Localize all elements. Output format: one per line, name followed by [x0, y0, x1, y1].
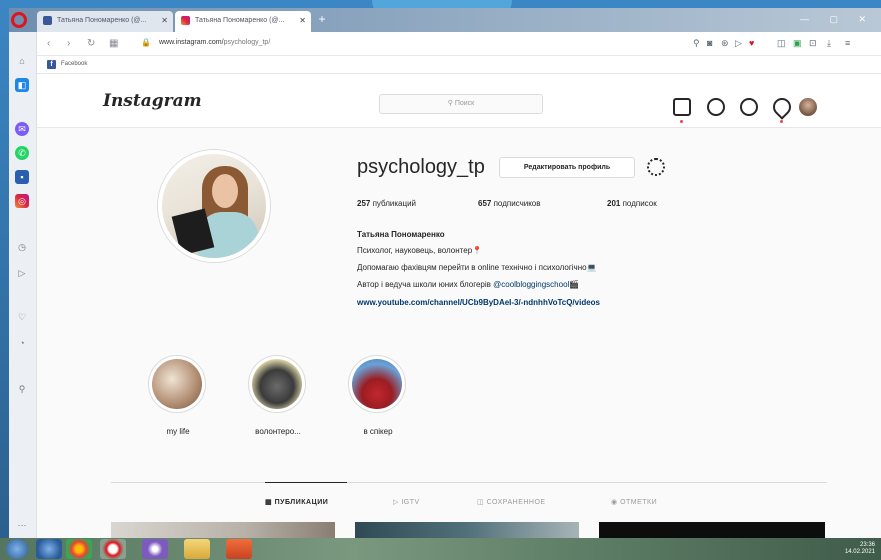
address-bar: ‹ › ↻ ▦ 🔒 www.instagram.com/psychology_t…	[37, 32, 881, 56]
vpn-icon[interactable]: ▣	[793, 38, 802, 49]
profile-picture[interactable]	[158, 150, 270, 262]
posts-stat: 257 публикаций	[357, 199, 417, 208]
lock-icon: 🔒	[141, 38, 151, 47]
section-divider	[111, 482, 827, 483]
profile-full-name: Татьяна Пономаренко	[357, 230, 445, 239]
windows-taskbar: 23:36 14.02.2021	[0, 538, 881, 560]
highlight-my-life[interactable]: my life	[148, 355, 208, 436]
download-icon[interactable]: ⤓	[827, 38, 831, 49]
bookmark-facebook[interactable]: Facebook	[61, 61, 87, 67]
facebook-favicon-icon	[43, 16, 52, 25]
opera-menu-icon[interactable]	[11, 12, 27, 28]
clock-icon[interactable]: ◔	[15, 336, 29, 350]
search-input[interactable]: ⚲ Поиск	[379, 94, 543, 114]
reload-icon[interactable]: ↻	[87, 38, 95, 49]
post-thumbnail[interactable]	[599, 522, 825, 538]
tabs-grid-icon[interactable]: ▦	[109, 38, 118, 49]
forward-icon[interactable]: ›	[67, 38, 70, 49]
highlight-label: волонтеро...	[255, 427, 301, 436]
bio-line: Допомагаю фахівцям перейти в online техн…	[357, 263, 597, 272]
followers-stat[interactable]: 657 подписчиков	[478, 199, 541, 208]
bio-mention-link[interactable]: @coolbloggingschool	[493, 280, 569, 289]
vk-icon[interactable]: ▪	[15, 170, 29, 184]
tab-bar: Татьяна Пономаренко (@... ✕ Татьяна Поно…	[9, 8, 881, 32]
instagram-favicon-icon	[181, 16, 190, 25]
highlight-label: в спікер	[363, 427, 393, 436]
explorer-taskbar-icon[interactable]	[184, 539, 210, 559]
chrome-taskbar-icon[interactable]	[66, 539, 92, 559]
close-tab-icon[interactable]: ✕	[299, 16, 306, 25]
snapshot-icon[interactable]: ⊡	[809, 38, 817, 49]
camera-icon[interactable]: ◙	[707, 38, 712, 48]
close-tab-icon[interactable]: ✕	[161, 16, 168, 25]
tab-igtv[interactable]: ▷ IGTV	[393, 498, 420, 506]
explore-icon[interactable]	[740, 98, 758, 116]
favorites-icon[interactable]: ♡	[15, 310, 29, 324]
browser-tab-1[interactable]: Татьяна Пономаренко (@... ✕	[37, 11, 173, 32]
menu-icon[interactable]: ≡	[845, 38, 850, 48]
extension-icon[interactable]: ◫	[777, 38, 786, 49]
settings-icon[interactable]: ⊛	[721, 38, 729, 49]
notification-dot	[680, 120, 683, 123]
search-icon[interactable]: ⚲	[693, 38, 700, 49]
post-thumbnail[interactable]	[355, 522, 579, 538]
settings-gear-icon[interactable]	[647, 158, 665, 176]
home-icon[interactable]	[673, 98, 691, 116]
following-stat[interactable]: 201 подписок	[607, 199, 657, 208]
start-button[interactable]	[6, 539, 28, 559]
player-icon[interactable]: ▷	[15, 266, 29, 280]
bio-line: Психолог, науковець, волонтер📍	[357, 246, 483, 255]
system-tray[interactable]: 23:36 14.02.2021	[845, 542, 875, 556]
browser-tab-2[interactable]: Татьяна Пономаренко (@... ✕	[175, 11, 311, 32]
messenger-icon[interactable]	[707, 98, 725, 116]
browser-sidebar: ⌂ ◧ ✉ ✆ ▪ ◎ ◷ ▷ ♡ ◔ ⚲ ⋯	[9, 32, 37, 538]
bio-line: Автор і ведуча школи юних блогерів @cool…	[357, 280, 580, 289]
url-field[interactable]: www.instagram.com/psychology_tp/	[159, 39, 270, 46]
browser-window: Татьяна Пономаренко (@... ✕ Татьяна Поно…	[9, 8, 881, 538]
back-icon[interactable]: ‹	[47, 38, 50, 49]
instagram-header: Instagram ⚲ Поиск	[37, 74, 881, 128]
profile-username: psychology_tp	[357, 156, 485, 178]
post-thumbnail[interactable]	[111, 522, 335, 538]
edit-profile-button[interactable]: Редактировать профиль	[499, 157, 635, 178]
photo-face	[212, 174, 238, 208]
active-tab-indicator	[265, 482, 347, 483]
tab-title: Татьяна Пономаренко (@...	[57, 17, 147, 24]
highlight-volunteer[interactable]: волонтеро...	[248, 355, 308, 436]
profile-website-link[interactable]: www.youtube.com/channel/UCb9ByDAeI-3/-nd…	[357, 298, 600, 307]
pin-icon[interactable]: ⚲	[15, 382, 29, 396]
facebook-icon: f	[47, 60, 56, 69]
instagram-icon[interactable]: ◎	[15, 194, 29, 208]
speed-dial-icon[interactable]: ⌂	[15, 54, 29, 68]
bookmarks-bar: f Facebook	[37, 56, 881, 74]
highlight-label: my life	[166, 427, 190, 436]
tab-posts[interactable]: ▦ ПУБЛИКАЦИИ	[265, 498, 328, 506]
heart-icon[interactable]	[769, 94, 795, 120]
more-icon[interactable]: ⋯	[15, 518, 29, 532]
profile-avatar[interactable]	[799, 98, 817, 116]
heart-bookmark-icon[interactable]: ♥	[749, 38, 754, 48]
opera-taskbar-icon[interactable]	[100, 539, 126, 559]
paint-taskbar-icon[interactable]	[226, 539, 252, 559]
play-icon[interactable]: ▷	[735, 38, 742, 49]
window-controls[interactable]: — ▢ ✕	[800, 14, 875, 25]
workspace-icon[interactable]: ◧	[15, 78, 29, 92]
instagram-page: Instagram ⚲ Поиск psychology_tp Редактир…	[37, 74, 881, 538]
instagram-logo[interactable]: Instagram	[103, 91, 202, 111]
whatsapp-icon[interactable]: ✆	[15, 146, 29, 160]
messenger-icon[interactable]: ✉	[15, 122, 29, 136]
tab-saved[interactable]: ◫ СОХРАНЕННОЕ	[477, 498, 546, 506]
tab-title: Татьяна Пономаренко (@...	[195, 17, 285, 24]
ie-taskbar-icon[interactable]	[36, 539, 62, 559]
history-icon[interactable]: ◷	[15, 240, 29, 254]
viber-taskbar-icon[interactable]	[142, 539, 168, 559]
notification-dot	[780, 120, 783, 123]
new-tab-button[interactable]: +	[315, 13, 329, 27]
tab-tagged[interactable]: ◉ ОТМЕТКИ	[611, 498, 657, 506]
highlight-speaker[interactable]: в спікер	[348, 355, 408, 436]
